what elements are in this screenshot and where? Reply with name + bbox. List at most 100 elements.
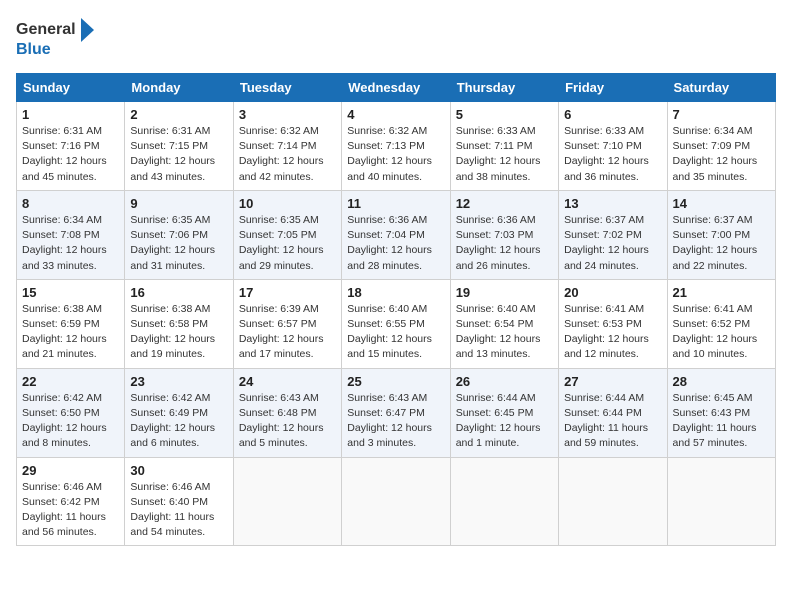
week-row-3: 15 Sunrise: 6:38 AM Sunset: 6:59 PM Dayli… — [17, 279, 776, 368]
day-number: 15 — [22, 285, 119, 300]
calendar-cell-7: 7 Sunrise: 6:34 AM Sunset: 7:09 PM Daylig… — [667, 102, 775, 191]
day-number: 12 — [456, 196, 553, 211]
week-row-1: 1 Sunrise: 6:31 AM Sunset: 7:16 PM Daylig… — [17, 102, 776, 191]
calendar-cell-29: 29 Sunrise: 6:46 AM Sunset: 6:42 PM Dayli… — [17, 457, 125, 546]
day-detail: Sunrise: 6:42 AM Sunset: 6:50 PM Dayligh… — [22, 391, 119, 452]
day-number: 21 — [673, 285, 770, 300]
day-number: 30 — [130, 463, 227, 478]
calendar-cell-empty — [233, 457, 341, 546]
day-detail: Sunrise: 6:31 AM Sunset: 7:15 PM Dayligh… — [130, 124, 227, 185]
day-number: 18 — [347, 285, 444, 300]
day-detail: Sunrise: 6:40 AM Sunset: 6:54 PM Dayligh… — [456, 302, 553, 363]
col-header-thursday: Thursday — [450, 74, 558, 102]
day-number: 10 — [239, 196, 336, 211]
calendar-cell-30: 30 Sunrise: 6:46 AM Sunset: 6:40 PM Dayli… — [125, 457, 233, 546]
day-number: 1 — [22, 107, 119, 122]
week-row-5: 29 Sunrise: 6:46 AM Sunset: 6:42 PM Dayli… — [17, 457, 776, 546]
calendar-cell-19: 19 Sunrise: 6:40 AM Sunset: 6:54 PM Dayli… — [450, 279, 558, 368]
col-header-saturday: Saturday — [667, 74, 775, 102]
day-detail: Sunrise: 6:41 AM Sunset: 6:52 PM Dayligh… — [673, 302, 770, 363]
calendar-cell-6: 6Sunrise: 6:33 AM Sunset: 7:10 PM Daylig… — [559, 102, 667, 191]
day-detail: Sunrise: 6:37 AM Sunset: 7:00 PM Dayligh… — [673, 213, 770, 274]
calendar-cell-1: 1 Sunrise: 6:31 AM Sunset: 7:16 PM Daylig… — [17, 102, 125, 191]
week-row-4: 22 Sunrise: 6:42 AM Sunset: 6:50 PM Dayli… — [17, 368, 776, 457]
col-header-wednesday: Wednesday — [342, 74, 450, 102]
svg-text:General: General — [16, 21, 76, 38]
day-detail: Sunrise: 6:39 AM Sunset: 6:57 PM Dayligh… — [239, 302, 336, 363]
day-number: 7 — [673, 107, 770, 122]
logo-svg: GeneralBlue — [16, 16, 96, 61]
calendar-cell-11: 11Sunrise: 6:36 AM Sunset: 7:04 PM Dayli… — [342, 190, 450, 279]
day-number: 8 — [22, 196, 119, 211]
calendar-cell-12: 12 Sunrise: 6:36 AM Sunset: 7:03 PM Dayli… — [450, 190, 558, 279]
day-number: 26 — [456, 374, 553, 389]
day-detail: Sunrise: 6:34 AM Sunset: 7:08 PM Dayligh… — [22, 213, 119, 274]
day-detail: Sunrise: 6:34 AM Sunset: 7:09 PM Dayligh… — [673, 124, 770, 185]
col-header-monday: Monday — [125, 74, 233, 102]
calendar-cell-empty — [667, 457, 775, 546]
day-detail: Sunrise: 6:38 AM Sunset: 6:59 PM Dayligh… — [22, 302, 119, 363]
day-number: 4 — [347, 107, 444, 122]
calendar-cell-empty — [450, 457, 558, 546]
day-number: 28 — [673, 374, 770, 389]
day-number: 14 — [673, 196, 770, 211]
day-detail: Sunrise: 6:45 AM Sunset: 6:43 PM Dayligh… — [673, 391, 770, 452]
day-number: 11 — [347, 196, 444, 211]
calendar-cell-28: 28 Sunrise: 6:45 AM Sunset: 6:43 PM Dayli… — [667, 368, 775, 457]
day-detail: Sunrise: 6:41 AM Sunset: 6:53 PM Dayligh… — [564, 302, 661, 363]
day-detail: Sunrise: 6:32 AM Sunset: 7:14 PM Dayligh… — [239, 124, 336, 185]
calendar-cell-4: 4 Sunrise: 6:32 AM Sunset: 7:13 PM Daylig… — [342, 102, 450, 191]
day-detail: Sunrise: 6:44 AM Sunset: 6:44 PM Dayligh… — [564, 391, 661, 452]
calendar-cell-10: 10 Sunrise: 6:35 AM Sunset: 7:05 PM Dayli… — [233, 190, 341, 279]
day-detail: Sunrise: 6:35 AM Sunset: 7:05 PM Dayligh… — [239, 213, 336, 274]
day-number: 2 — [130, 107, 227, 122]
day-detail: Sunrise: 6:40 AM Sunset: 6:55 PM Dayligh… — [347, 302, 444, 363]
day-detail: Sunrise: 6:36 AM Sunset: 7:03 PM Dayligh… — [456, 213, 553, 274]
col-header-sunday: Sunday — [17, 74, 125, 102]
calendar-cell-18: 18 Sunrise: 6:40 AM Sunset: 6:55 PM Dayli… — [342, 279, 450, 368]
calendar-cell-empty — [559, 457, 667, 546]
calendar-cell-9: 9 Sunrise: 6:35 AM Sunset: 7:06 PM Daylig… — [125, 190, 233, 279]
calendar-cell-17: 17 Sunrise: 6:39 AM Sunset: 6:57 PM Dayli… — [233, 279, 341, 368]
day-number: 29 — [22, 463, 119, 478]
calendar-cell-15: 15 Sunrise: 6:38 AM Sunset: 6:59 PM Dayli… — [17, 279, 125, 368]
calendar-cell-20: 20 Sunrise: 6:41 AM Sunset: 6:53 PM Dayli… — [559, 279, 667, 368]
day-number: 23 — [130, 374, 227, 389]
calendar-cell-2: 2 Sunrise: 6:31 AM Sunset: 7:15 PM Daylig… — [125, 102, 233, 191]
day-detail: Sunrise: 6:35 AM Sunset: 7:06 PM Dayligh… — [130, 213, 227, 274]
day-detail: Sunrise: 6:43 AM Sunset: 6:47 PM Dayligh… — [347, 391, 444, 452]
day-detail: Sunrise: 6:38 AM Sunset: 6:58 PM Dayligh… — [130, 302, 227, 363]
day-detail: Sunrise: 6:32 AM Sunset: 7:13 PM Dayligh… — [347, 124, 444, 185]
day-detail: Sunrise: 6:42 AM Sunset: 6:49 PM Dayligh… — [130, 391, 227, 452]
day-detail: Sunrise: 6:33 AM Sunset: 7:11 PM Dayligh… — [456, 124, 553, 185]
day-number: 13 — [564, 196, 661, 211]
header-row: SundayMondayTuesdayWednesdayThursdayFrid… — [17, 74, 776, 102]
calendar-cell-23: 23 Sunrise: 6:42 AM Sunset: 6:49 PM Dayli… — [125, 368, 233, 457]
calendar-cell-27: 27 Sunrise: 6:44 AM Sunset: 6:44 PM Dayli… — [559, 368, 667, 457]
col-header-tuesday: Tuesday — [233, 74, 341, 102]
day-number: 3 — [239, 107, 336, 122]
calendar-cell-24: 24Sunrise: 6:43 AM Sunset: 6:48 PM Dayli… — [233, 368, 341, 457]
calendar-cell-14: 14 Sunrise: 6:37 AM Sunset: 7:00 PM Dayli… — [667, 190, 775, 279]
day-number: 5 — [456, 107, 553, 122]
day-detail: Sunrise: 6:46 AM Sunset: 6:42 PM Dayligh… — [22, 480, 119, 541]
logo: GeneralBlue — [16, 16, 96, 61]
calendar-cell-25: 25Sunrise: 6:43 AM Sunset: 6:47 PM Dayli… — [342, 368, 450, 457]
day-number: 17 — [239, 285, 336, 300]
calendar-cell-22: 22 Sunrise: 6:42 AM Sunset: 6:50 PM Dayli… — [17, 368, 125, 457]
day-number: 22 — [22, 374, 119, 389]
day-detail: Sunrise: 6:31 AM Sunset: 7:16 PM Dayligh… — [22, 124, 119, 185]
day-detail: Sunrise: 6:43 AM Sunset: 6:48 PM Dayligh… — [239, 391, 336, 452]
calendar-cell-5: 5 Sunrise: 6:33 AM Sunset: 7:11 PM Daylig… — [450, 102, 558, 191]
week-row-2: 8 Sunrise: 6:34 AM Sunset: 7:08 PM Daylig… — [17, 190, 776, 279]
day-number: 19 — [456, 285, 553, 300]
calendar-cell-8: 8 Sunrise: 6:34 AM Sunset: 7:08 PM Daylig… — [17, 190, 125, 279]
day-detail: Sunrise: 6:46 AM Sunset: 6:40 PM Dayligh… — [130, 480, 227, 541]
day-number: 9 — [130, 196, 227, 211]
calendar-cell-3: 3 Sunrise: 6:32 AM Sunset: 7:14 PM Daylig… — [233, 102, 341, 191]
calendar-cell-empty — [342, 457, 450, 546]
calendar-cell-16: 16 Sunrise: 6:38 AM Sunset: 6:58 PM Dayli… — [125, 279, 233, 368]
day-number: 27 — [564, 374, 661, 389]
day-number: 20 — [564, 285, 661, 300]
day-number: 16 — [130, 285, 227, 300]
